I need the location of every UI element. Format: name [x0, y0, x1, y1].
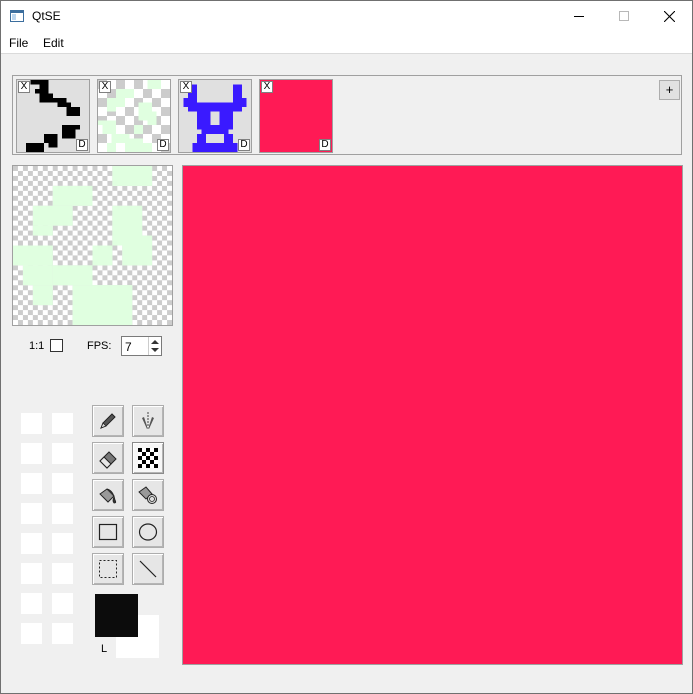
frame-duplicate-button[interactable]: D [76, 139, 88, 151]
minimize-icon [574, 16, 584, 17]
fps-stepper[interactable] [148, 337, 161, 355]
mirror-pen-icon [142, 412, 154, 430]
pencil-icon [100, 413, 116, 429]
maximize-icon [619, 11, 629, 21]
close-button[interactable] [646, 1, 692, 31]
spin-up-icon[interactable] [151, 340, 159, 344]
frame-remove-button[interactable]: X [261, 81, 273, 93]
frame-thumbnail[interactable]: X D [178, 79, 252, 153]
primary-color-label: L [101, 643, 108, 655]
palette-swatch[interactable] [21, 473, 42, 494]
palette-swatch[interactable] [52, 443, 73, 464]
frame-duplicate-button[interactable]: D [157, 139, 169, 151]
menu-bar: File Edit [1, 32, 692, 53]
palette-swatch[interactable] [21, 503, 42, 524]
animation-preview [12, 165, 173, 326]
frame-duplicate-button[interactable]: D [238, 139, 250, 151]
title-bar: QtSE [1, 1, 692, 32]
palette-swatch[interactable] [52, 413, 73, 434]
line-tool[interactable] [132, 553, 164, 585]
eraser-tool[interactable] [92, 442, 124, 474]
global-fill-tool[interactable] [132, 479, 164, 511]
checker-icon [138, 448, 158, 468]
dashed-select-icon [99, 560, 117, 578]
rectangle-tool[interactable] [92, 516, 124, 548]
ratio-label: 1:1 [29, 340, 45, 352]
add-frame-button[interactable]: + [659, 80, 680, 100]
app-icon [10, 10, 24, 22]
frame-remove-button[interactable]: X [180, 81, 192, 93]
palette-swatch[interactable] [21, 533, 42, 554]
menu-file[interactable]: File [9, 36, 28, 50]
frame-duplicate-button[interactable]: D [319, 139, 331, 151]
palette-swatch[interactable] [52, 473, 73, 494]
menu-edit[interactable]: Edit [43, 36, 64, 50]
primary-color-swatch[interactable] [95, 594, 138, 637]
mirror-pencil-tool[interactable] [132, 405, 164, 437]
preview-controls: 1:1 FPS: 7 [12, 335, 173, 357]
minimize-button[interactable] [556, 1, 602, 31]
palette-swatch[interactable] [21, 623, 42, 644]
frames-strip: X D X D X D X D + [12, 75, 682, 155]
preview-sprite [13, 166, 172, 325]
eraser-icon [99, 451, 117, 469]
maximize-button[interactable] [601, 1, 647, 31]
ellipse-icon [138, 523, 158, 541]
ellipse-tool[interactable] [132, 516, 164, 548]
frame-remove-button[interactable]: X [99, 81, 111, 93]
frame-thumbnail[interactable]: X D [97, 79, 171, 153]
palette-swatch[interactable] [21, 443, 42, 464]
menu-separator [1, 53, 692, 54]
dither-tool[interactable] [132, 442, 164, 474]
palette-swatch[interactable] [21, 593, 42, 614]
fps-label: FPS: [87, 340, 112, 352]
palette-swatch[interactable] [21, 563, 42, 584]
palette-swatch[interactable] [52, 533, 73, 554]
app-window: QtSE File Edit X D X D X D X D + 1:1 FPS… [0, 0, 693, 694]
line-icon [139, 560, 157, 578]
close-icon [663, 10, 675, 22]
palette-swatch[interactable] [52, 563, 73, 584]
frame-remove-button[interactable]: X [18, 81, 30, 93]
palette-swatch[interactable] [21, 413, 42, 434]
ratio-checkbox[interactable] [50, 339, 63, 352]
spin-down-icon[interactable] [151, 348, 159, 352]
frame-thumbnail-selected[interactable]: X D [259, 79, 333, 153]
pencil-tool[interactable] [92, 405, 124, 437]
paint-bucket-all-icon [138, 486, 157, 504]
frame-thumbnail[interactable]: X D [16, 79, 90, 153]
selection-tool[interactable] [92, 553, 124, 585]
paint-bucket-icon [99, 488, 117, 504]
rectangle-icon [98, 523, 118, 541]
fps-spinbox[interactable]: 7 [121, 336, 162, 356]
palette-swatch[interactable] [52, 593, 73, 614]
drawing-canvas[interactable] [182, 165, 683, 665]
window-title: QtSE [32, 9, 61, 23]
palette-swatch[interactable] [52, 503, 73, 524]
palette-swatch[interactable] [52, 623, 73, 644]
fill-tool[interactable] [92, 479, 124, 511]
fps-value[interactable]: 7 [125, 340, 132, 354]
